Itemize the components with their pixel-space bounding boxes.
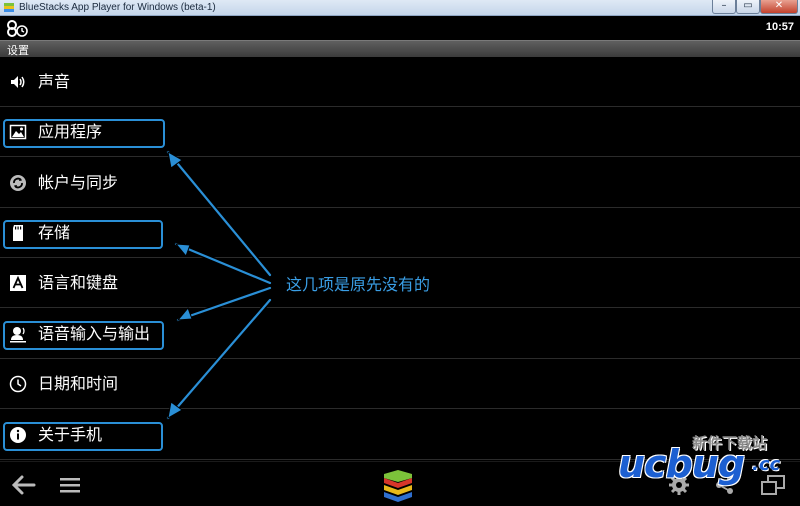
- highlight-box-voice-io: [3, 321, 164, 350]
- settings-item-date-time[interactable]: 日期和时间: [0, 359, 800, 409]
- maximize-button[interactable]: ▭: [736, 0, 760, 14]
- annotation-text: 这几项是原先没有的: [286, 275, 431, 294]
- window-title: BlueStacks App Player for Windows (beta-…: [19, 2, 216, 13]
- settings-item-label: 声音: [38, 72, 71, 91]
- settings-item-accounts-sync[interactable]: 帐户与同步: [0, 158, 800, 208]
- status-bar: 10:57: [0, 16, 800, 40]
- clock-icon: [9, 375, 27, 393]
- back-arrow-icon[interactable]: [10, 474, 36, 496]
- settings-item-sound[interactable]: 声音: [0, 57, 800, 107]
- window-titlebar: BlueStacks App Player for Windows (beta-…: [0, 0, 800, 16]
- settings-item-label: 语言和键盘: [38, 273, 119, 292]
- volume-icon: [11, 76, 25, 88]
- menu-icon[interactable]: [59, 476, 81, 494]
- highlight-box-apps: [3, 119, 165, 148]
- watermark-tld: .cc: [752, 454, 781, 475]
- settings-item-label: 日期和时间: [38, 374, 119, 393]
- close-button[interactable]: ✕: [760, 0, 798, 14]
- settings-item-label: 帐户与同步: [38, 173, 119, 192]
- page-title: 设置: [7, 44, 29, 57]
- watermark: 新件下载站 ucbug .cc: [618, 432, 796, 486]
- bluestacks-status-icon: [7, 20, 28, 37]
- keyboard-a-icon: [10, 275, 26, 291]
- settings-header: 设置: [0, 40, 800, 57]
- sync-icon: [10, 175, 26, 191]
- status-clock: 10:57: [765, 21, 794, 33]
- highlight-box-storage: [3, 220, 163, 249]
- highlight-box-about-phone: [3, 422, 163, 451]
- bluestacks-logo-icon: [4, 3, 14, 12]
- bluestacks-home-icon[interactable]: [380, 470, 416, 502]
- watermark-brand: ucbug: [618, 442, 745, 486]
- minimize-button[interactable]: –: [712, 0, 736, 14]
